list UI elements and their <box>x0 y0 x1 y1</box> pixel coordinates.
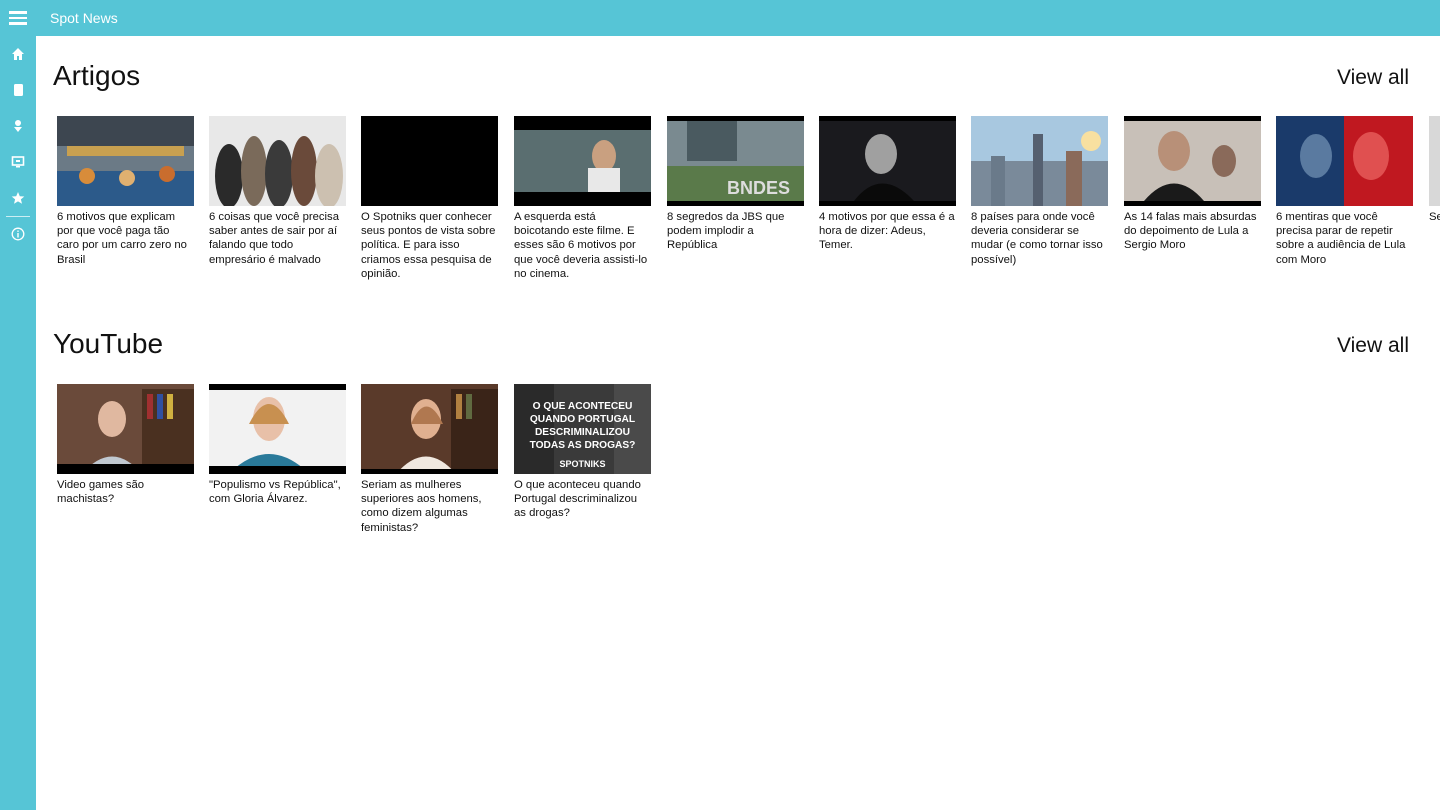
article-caption: Se não nas <box>1429 211 1440 223</box>
video-card[interactable]: Seriam as mulheres superiores aos homens… <box>361 384 498 535</box>
article-caption: 8 países para onde você deveria consider… <box>971 211 1103 266</box>
article-card[interactable]: 8 países para onde você deveria consider… <box>971 116 1108 267</box>
article-thumbnail <box>971 116 1108 206</box>
article-card[interactable]: O Spotniks quer conhecer seus pontos de … <box>361 116 498 281</box>
title-bar: Spot News <box>0 0 1440 36</box>
article-caption: 6 mentiras que você precisa parar de rep… <box>1276 211 1406 266</box>
view-all-youtube-link[interactable]: View all <box>1337 334 1409 358</box>
article-thumbnail: BNDES <box>667 116 804 206</box>
video-thumbnail <box>361 384 498 474</box>
article-thumbnail <box>57 116 194 206</box>
svg-text:BNDES: BNDES <box>727 178 790 198</box>
article-card[interactable]: As 14 falas mais absurdas do depoimento … <box>1124 116 1261 253</box>
article-thumbnail <box>209 116 346 206</box>
article-card[interactable]: 6 motivos que explicam por que você paga… <box>57 116 194 267</box>
article-card[interactable]: 6 coisas que você precisa saber antes de… <box>209 116 346 267</box>
artigos-row: 6 motivos que explicam por que você paga… <box>57 116 1440 296</box>
article-caption: 4 motivos por que essa é a hora de dizer… <box>819 211 955 252</box>
section-title-artigos: Artigos <box>53 60 141 91</box>
video-thumbnail: O QUE ACONTECEU QUANDO PORTUGAL DESCRIMI… <box>514 384 651 474</box>
article-caption: 8 segredos da JBS que podem implodir a R… <box>667 211 785 252</box>
article-caption: As 14 falas mais absurdas do depoimento … <box>1124 211 1257 252</box>
video-caption: Seriam as mulheres superiores aos homens… <box>361 479 482 534</box>
article-thumbnail <box>1276 116 1413 206</box>
hamburger-menu-icon[interactable] <box>0 0 36 36</box>
nav-person-icon[interactable] <box>0 108 36 144</box>
article-thumbnail <box>514 116 651 206</box>
article-card[interactable]: BNDES 8 segredos da JBS que podem implod… <box>667 116 804 253</box>
article-thumbnail <box>819 116 956 206</box>
nav-star-icon[interactable] <box>0 180 36 216</box>
section-title-youtube: YouTube <box>53 328 164 359</box>
nav-monitor-icon[interactable] <box>0 144 36 180</box>
article-card[interactable]: A esquerda está boicotando este filme. E… <box>514 116 651 281</box>
article-card[interactable]: 6 mentiras que você precisa parar de rep… <box>1276 116 1413 267</box>
article-caption: 6 coisas que você precisa saber antes de… <box>209 211 339 266</box>
video-card[interactable]: Video games são machistas? <box>57 384 194 506</box>
video-thumbnail <box>209 384 346 474</box>
video-caption: "Populismo vs República", com Gloria Álv… <box>209 479 341 506</box>
article-caption: A esquerda está boicotando este filme. E… <box>514 211 648 280</box>
video-caption: O que aconteceu quando Portugal descrimi… <box>514 479 641 520</box>
youtube-row: Video games são machistas? "Populismo vs… <box>57 384 1440 564</box>
view-all-artigos-link[interactable]: View all <box>1337 66 1409 90</box>
article-card[interactable]: 4 motivos por que essa é a hora de dizer… <box>819 116 956 253</box>
video-thumbnail-brand: SPOTNIKS <box>559 459 606 469</box>
article-caption: 6 motivos que explicam por que você paga… <box>57 211 187 266</box>
video-caption: Video games são machistas? <box>57 479 145 506</box>
article-caption: O Spotniks quer conhecer seus pontos de … <box>361 211 496 280</box>
article-thumbnail <box>361 116 498 206</box>
video-thumbnail <box>57 384 194 474</box>
nav-info-icon[interactable] <box>0 216 36 252</box>
article-thumbnail <box>1124 116 1261 206</box>
article-thumbnail <box>1429 116 1440 206</box>
video-thumbnail-text: O QUE ACONTECEU QUANDO PORTUGAL DESCRIMI… <box>529 401 636 451</box>
video-card[interactable]: "Populismo vs República", com Gloria Álv… <box>209 384 346 506</box>
sidebar <box>0 36 36 810</box>
video-card[interactable]: O QUE ACONTECEU QUANDO PORTUGAL DESCRIMI… <box>514 384 651 521</box>
nav-document-icon[interactable] <box>0 72 36 108</box>
nav-home-icon[interactable] <box>0 36 36 72</box>
app-title: Spot News <box>50 10 118 26</box>
article-card[interactable]: Se não nas <box>1429 116 1440 224</box>
